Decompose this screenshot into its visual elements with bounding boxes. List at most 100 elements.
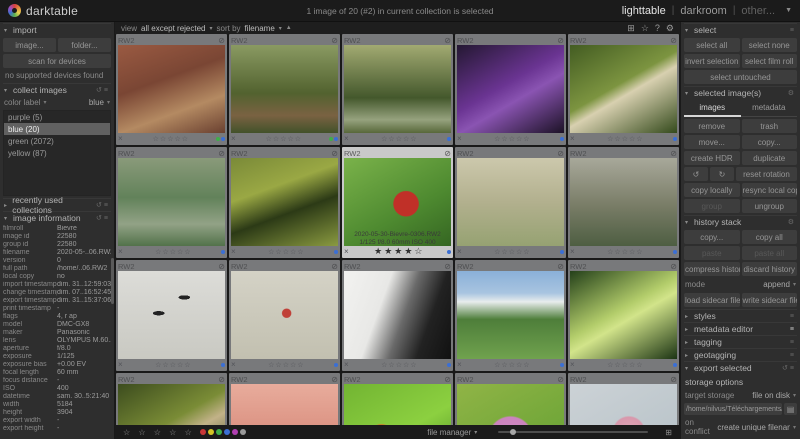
grid-icon[interactable]: ⊞ [627,23,635,34]
thumbnail[interactable]: RW2⊘×☆☆☆☆☆ [342,34,453,145]
color-filter[interactable] [208,429,214,435]
discard-history-button[interactable]: discard history [742,262,798,276]
gear-icon[interactable]: ⚙ [788,90,796,97]
star-rating[interactable]: ☆☆☆☆☆ [466,248,559,256]
help-icon[interactable]: ? [655,23,660,33]
target-storage-value[interactable]: file on disk [752,391,790,400]
section-select[interactable]: ▾ select ≡ [684,23,797,36]
select-all-button[interactable]: select all [684,38,740,52]
reset-icon[interactable]: ↺ [782,365,790,372]
display-profile-icon[interactable]: ⊞ [665,428,672,437]
thumbnail[interactable]: RW2⊘×☆☆☆☆☆ [568,34,679,145]
load-sidecar-button[interactable]: load sidecar file... [684,293,740,307]
reject-icon[interactable]: × [344,134,349,143]
reject-icon[interactable]: × [231,360,236,369]
select-film-roll-button[interactable]: select film roll [742,54,798,68]
thumbnail[interactable]: RW2⊘×☆☆☆☆☆ [116,147,227,258]
copy-button[interactable]: copy... [742,135,798,149]
section-collect-images[interactable]: ▾ collect images ↺≡ [3,83,111,96]
ungroup-button[interactable]: ungroup [742,199,798,213]
section-image-information[interactable]: ▾ image information ↺≡ [3,211,111,224]
star-rating[interactable]: ☆☆☆☆☆ [466,135,559,143]
on-conflict-select[interactable]: on conflict create unique filename ▾ [684,416,797,438]
export-path-input[interactable]: /home/nilvus/Téléchargements/in [684,403,782,415]
reset-icon[interactable]: ↺ [96,202,104,209]
reject-icon[interactable]: × [570,247,575,256]
thumbnail[interactable]: RW2⊘×☆☆☆☆☆ [455,34,566,145]
presets-icon[interactable]: ≡ [790,339,796,346]
view-lighttable[interactable]: lighttable [622,5,666,17]
collect-rule-property[interactable]: color label [4,98,40,107]
star-rating[interactable]: ☆☆☆☆☆ [353,361,446,369]
reject-icon[interactable]: × [457,247,462,256]
star-rating[interactable]: ☆☆☆☆☆ [353,135,446,143]
star-rating[interactable]: ☆☆☆☆☆ [240,248,333,256]
star-rating[interactable]: ☆☆☆☆☆ [579,361,672,369]
history-paste-all-button[interactable]: paste all [742,246,798,260]
star-rating[interactable]: ☆☆☆☆☆ [127,361,220,369]
presets-icon[interactable]: ≡ [790,352,796,359]
create-hdr-button[interactable]: create HDR [684,151,740,165]
rotate-cw-icon[interactable]: ↻ [710,167,734,181]
select-untouched-button[interactable]: select untouched [684,70,797,84]
star-rating[interactable]: ★★★★☆ [353,246,446,257]
gear-icon[interactable]: ⚙ [666,23,674,34]
view-darkroom[interactable]: darkroom [680,5,726,17]
thumbnail[interactable]: RW2⊘×☆☆☆☆☆ [568,260,679,371]
copy-locally-button[interactable]: copy locally [684,183,740,197]
collect-list-item[interactable]: purple (5) [4,111,110,123]
collect-rule[interactable]: color label ▾ blue ▾ [3,96,111,109]
reject-icon[interactable]: × [118,360,123,369]
reject-icon[interactable]: × [231,247,236,256]
reject-icon[interactable]: × [570,360,575,369]
reset-icon[interactable]: ↺ [96,87,104,94]
reset-rotation-button[interactable]: reset rotation [736,167,797,181]
scrollbar[interactable] [111,258,114,304]
layout-select[interactable]: file manager ▾ [427,428,477,437]
remove-button[interactable]: remove [684,119,740,133]
section-tagging[interactable]: ▸tagging≡ [684,335,797,348]
presets-icon[interactable]: ≡ [104,215,110,222]
color-filter[interactable] [224,429,230,435]
tab-images[interactable]: images [684,101,741,117]
color-filter[interactable] [200,429,206,435]
section-history-stack[interactable]: ▾ history stack ⚙ [684,215,797,228]
on-conflict-value[interactable]: create unique filename [717,423,790,432]
group-button[interactable]: group [684,199,740,213]
mode-value[interactable]: append [763,280,790,289]
reset-icon[interactable]: ↺ [96,215,104,222]
presets-icon[interactable]: ≡ [790,365,796,372]
compress-history-button[interactable]: compress history [684,262,740,276]
view-other[interactable]: other... [741,5,775,17]
reject-icon[interactable]: × [231,134,236,143]
reject-icon[interactable]: × [457,360,462,369]
section-recently-used-collections[interactable]: ▸ recently used collections ↺≡ [3,198,111,211]
thumbnail[interactable]: RW2⊘×☆☆☆☆☆ [229,34,340,145]
scan-devices-button[interactable]: scan for devices [3,54,111,68]
trash-button[interactable]: trash [742,119,798,133]
thumbnail[interactable]: RW2⊘×☆☆☆☆☆ [342,260,453,371]
move-button[interactable]: move... [684,135,740,149]
color-filter[interactable] [232,429,238,435]
thumbnail[interactable]: RW2⊘×☆☆☆☆☆ [455,260,566,371]
write-sidecar-button[interactable]: write sidecar files [742,293,798,307]
thumbnail[interactable]: RW2⊘×☆☆☆☆☆ [116,34,227,145]
star-rating[interactable]: ☆☆☆☆☆ [466,361,559,369]
section-selected-images[interactable]: ▾ selected image(s) ⚙ [684,86,797,99]
color-filter[interactable] [240,429,246,435]
invert-selection-button[interactable]: invert selection [684,54,740,68]
thumbnail[interactable]: RW2⊘×☆☆☆☆☆ [229,147,340,258]
zoom-slider-handle[interactable] [510,429,516,435]
sort-value[interactable]: filename [245,24,275,33]
thumbnail[interactable]: RW2⊘×☆☆☆☆☆ [568,373,679,425]
collect-list-item[interactable]: yellow (87) [4,147,110,159]
target-storage-select[interactable]: target storage file on disk ▾ [684,389,797,402]
import-image-button[interactable]: image... [3,38,56,52]
reject-icon[interactable]: × [344,247,349,256]
sort-ascending-icon[interactable]: ▲ [286,25,292,31]
star-rating[interactable]: ☆☆☆☆☆ [240,135,328,143]
tab-metadata[interactable]: metadata [741,101,798,117]
select-none-button[interactable]: select none [742,38,798,52]
views-dropdown-icon[interactable]: ▼ [785,7,792,14]
presets-icon[interactable]: ≡ [790,313,796,320]
